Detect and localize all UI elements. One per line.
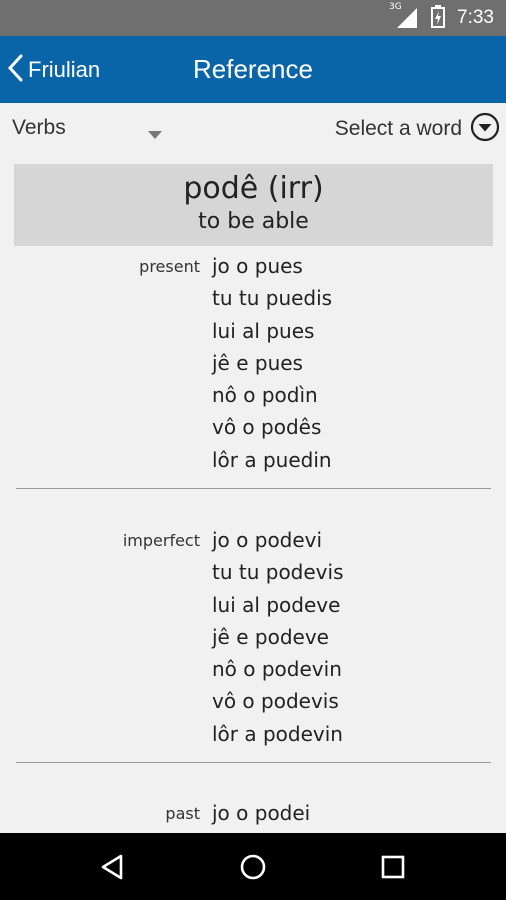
tense-forms: jo o pues tu tu puedis lui al pues jê e … [212,250,332,476]
form-row: jo o podei [212,801,311,825]
divider [16,488,491,489]
battery-icon [431,4,446,32]
navigation-bar [0,833,506,900]
clock: 7:33 [457,7,494,28]
tense-forms: jo o podevi tu tu podevis lui al podeve … [212,524,344,750]
square-recents-icon [377,855,409,887]
chevron-left-icon [6,53,24,87]
tense-label: past [165,804,200,823]
status-icons: 3G 7:33 [389,0,494,36]
tense-label: imperfect [122,531,200,550]
word-title: podê (irr) [183,171,324,206]
app-bar: Friulian Reference [0,36,506,103]
network-type: 3G [389,2,402,12]
category-dropdown[interactable]: Verbs [12,113,162,143]
word-header: podê (irr) to be able [14,164,493,246]
form-row: lôr a puedin [212,447,332,472]
word-selector[interactable]: Select a word [334,112,500,146]
nav-recents-button[interactable] [377,851,409,883]
word-selector-label: Select a word [334,117,462,140]
divider [16,762,491,763]
tense-forms: jo o podei [212,797,310,829]
form-row: jê e pues [212,350,303,375]
form-row: lui al podeve [212,592,341,617]
form-row: lui al pues [212,318,315,343]
dropdown-arrow-icon [148,124,162,143]
category-value: Verbs [12,116,66,139]
conjugation-list[interactable]: podê (irr) to be able present jo o pues … [0,153,506,833]
nav-back-button[interactable] [97,851,129,883]
signal-icon: 3G [389,2,419,30]
back-label: Friulian [28,56,101,82]
form-row: vô o podevis [212,689,339,714]
circle-home-icon [237,854,269,887]
form-row: vô o podês [212,415,322,440]
status-bar: 3G 7:33 [0,0,506,36]
form-row: jo o pues [212,254,303,278]
form-row: jê e podeve [212,624,329,649]
chevron-down-circle-icon [470,112,500,146]
back-button[interactable]: Friulian [0,36,100,103]
form-row: nô o podevin [212,657,342,682]
tense-label: present [139,257,200,276]
form-row: nô o podìn [212,383,318,408]
form-row: tu tu puedis [212,286,333,311]
nav-home-button[interactable] [237,851,269,883]
form-row: lôr a podevin [212,721,343,746]
selector-row: Verbs Select a word [0,103,506,153]
form-row: jo o podevi [212,528,323,552]
triangle-back-icon [97,854,129,887]
word-meaning: to be able [198,209,309,234]
form-row: tu tu podevis [212,560,344,585]
